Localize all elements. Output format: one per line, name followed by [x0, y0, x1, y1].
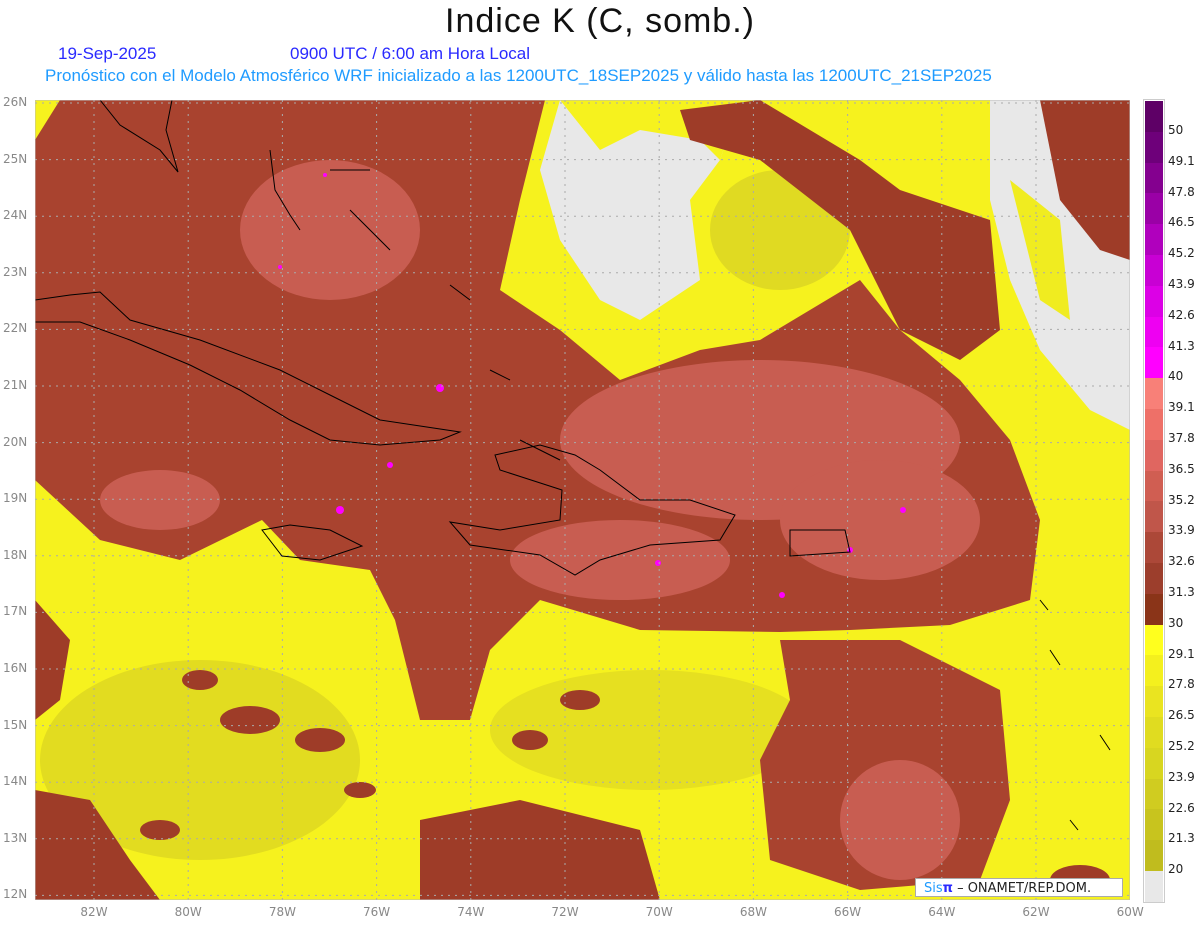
colorbar-label: 22.6: [1168, 800, 1195, 815]
lon-label: 60W: [1116, 905, 1144, 919]
colorbar-segment: [1145, 686, 1163, 717]
colorbar-label: 39.1: [1168, 400, 1195, 415]
colorbar-segment: [1145, 316, 1163, 348]
colorbar-label: 40: [1168, 369, 1184, 384]
colorbar-segment: [1145, 409, 1163, 440]
lat-label: 25N: [3, 151, 28, 166]
credit-box: Sisπ – ONAMET/REP.DOM.: [915, 878, 1123, 897]
colorbar-segment: [1145, 532, 1163, 563]
colorbar-segment: [1145, 439, 1163, 471]
lon-label: 78W: [268, 905, 296, 919]
colorbar-segment: [1145, 378, 1163, 409]
colorbar-segment: [1145, 717, 1163, 748]
colorbar-segment: [1145, 501, 1163, 533]
lon-label: 80W: [174, 905, 202, 919]
colorbar-label: 35.2: [1168, 492, 1195, 507]
lon-label: 64W: [928, 905, 956, 919]
colorbar-label: 49.1: [1168, 153, 1195, 168]
colorbar-segment: [1145, 593, 1163, 625]
colorbar-segment: [1145, 470, 1163, 502]
colorbar-label: 36.5: [1168, 461, 1195, 476]
colorbar-segment: [1145, 347, 1163, 379]
lat-label: 24N: [3, 208, 28, 223]
lat-label: 14N: [3, 774, 28, 789]
lat-label: 18N: [3, 547, 28, 562]
lat-label: 26N: [3, 95, 28, 109]
forecast-time: 0900 UTC / 6:00 am Hora Local: [290, 44, 531, 63]
colorbar-label: 23.9: [1168, 769, 1195, 784]
lon-label: 82W: [80, 905, 108, 919]
colorbar-label: 43.9: [1168, 277, 1195, 291]
brand-sis: Sis: [924, 881, 943, 896]
colorbar-segment: [1145, 101, 1163, 132]
k-index-map: [35, 100, 1130, 900]
colorbar-label: 41.3: [1168, 338, 1195, 353]
colorbar-label: 25.2: [1168, 739, 1195, 753]
colorbar-label: 20: [1168, 862, 1184, 877]
colorbar-segment: [1145, 778, 1163, 810]
colorbar-segment: [1145, 224, 1163, 255]
lat-label: 19N: [3, 491, 28, 506]
model-info: Pronóstico con el Modelo Atmosférico WRF…: [45, 66, 992, 85]
forecast-date: 19-Sep-2025: [58, 44, 157, 63]
lon-label: 70W: [645, 905, 673, 919]
lon-label: 66W: [834, 905, 862, 919]
colorbar-label: 45.2: [1168, 246, 1195, 261]
lat-label: 17N: [3, 604, 28, 619]
lon-label: 68W: [739, 905, 767, 919]
colorbar-segment: [1145, 193, 1163, 225]
colorbar-label: 37.8: [1168, 431, 1195, 445]
colorbar-label: 27.8: [1168, 677, 1195, 692]
colorbar-segment: [1145, 747, 1163, 779]
colorbar-label: 33.9: [1168, 523, 1195, 538]
colorbar-segment: [1145, 131, 1163, 163]
lat-label: 13N: [3, 830, 28, 845]
colorbar-label: 31.3: [1168, 585, 1195, 599]
lat-label: 22N: [3, 321, 28, 336]
lon-label: 74W: [457, 905, 485, 919]
colorbar-label: 26.5: [1168, 708, 1195, 723]
colorbar-label: 46.5: [1168, 215, 1195, 230]
lat-label: 16N: [3, 661, 28, 675]
lat-label: 21N: [3, 378, 28, 392]
colorbar-label: 30: [1168, 615, 1184, 630]
colorbar-label: 42.6: [1168, 307, 1195, 322]
colorbar-label: 50: [1168, 123, 1184, 137]
colorbar-segment: [1145, 809, 1163, 841]
credit-text: – ONAMET/REP.DOM.: [952, 881, 1092, 896]
colorbar-segment: [1145, 871, 1163, 902]
colorbar-label: 32.6: [1168, 554, 1195, 569]
lat-label: 20N: [3, 434, 28, 449]
lon-label: 62W: [1022, 905, 1050, 919]
map-title: Indice K (C, somb.): [445, 2, 755, 40]
colorbar-segment: [1145, 624, 1163, 656]
colorbar-segment: [1145, 285, 1163, 317]
lat-label: 23N: [3, 264, 28, 279]
lon-label: 76W: [363, 905, 391, 919]
colorbar-segment: [1145, 563, 1163, 594]
colorbar-segment: [1145, 840, 1163, 871]
colorbar-segment: [1145, 162, 1163, 194]
lon-label: 72W: [551, 905, 579, 919]
colorbar: [1143, 99, 1165, 903]
brand-pi: π: [942, 881, 953, 896]
colorbar-label: 47.8: [1168, 184, 1195, 199]
lat-label: 15N: [3, 717, 28, 732]
colorbar-segment: [1145, 655, 1163, 687]
colorbar-label: 29.1: [1168, 646, 1195, 661]
colorbar-label: 21.3: [1168, 831, 1195, 846]
lat-label: 12N: [3, 887, 28, 902]
colorbar-segment: [1145, 255, 1163, 286]
